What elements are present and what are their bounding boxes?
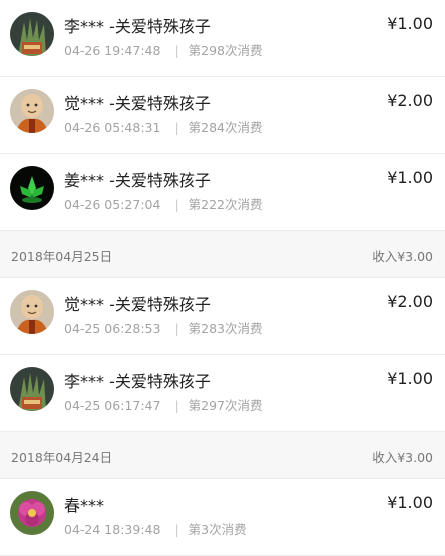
meta-divider: | xyxy=(174,43,179,58)
date-header: 2018年04月24日 收入¥3.00 xyxy=(0,432,445,479)
transaction-amount: ¥1.00 xyxy=(387,168,433,187)
meta-divider: | xyxy=(174,398,179,413)
transaction-row[interactable]: 姜*** -关爱特殊孩子 04-26 05:27:04 | 第222次消费 ¥1.0… xyxy=(0,154,445,231)
donor-name: 李*** -关爱特殊孩子 xyxy=(64,372,211,391)
transaction-row[interactable]: 李*** -关爱特殊孩子 04-25 06:17:47 | 第297次消费 ¥1.0… xyxy=(0,355,445,432)
flower-avatar xyxy=(10,491,54,535)
consumption-count: 第298次消费 xyxy=(188,43,263,58)
transaction-time: 04-26 05:48:31 xyxy=(64,120,161,135)
transaction-amount: ¥1.00 xyxy=(387,369,433,388)
meta-divider: | xyxy=(174,197,179,212)
meta-divider: | xyxy=(174,321,179,336)
donor-name: 李*** -关爱特殊孩子 xyxy=(64,17,211,36)
transaction-row[interactable]: 觉*** -关爱特殊孩子 04-25 06:28:53 | 第283次消费 ¥2.0… xyxy=(0,278,445,355)
daily-income: 收入¥3.00 xyxy=(372,450,433,465)
date-label: 2018年04月24日 xyxy=(11,450,113,465)
consumption-count: 第297次消费 xyxy=(188,398,263,413)
transaction-meta: 04-24 18:39:48 | 第3次消费 xyxy=(64,519,247,538)
transaction-amount: ¥2.00 xyxy=(387,292,433,311)
donor-name: 觉*** -关爱特殊孩子 xyxy=(64,295,211,314)
donor-name: 春*** xyxy=(64,496,105,515)
transaction-meta: 04-26 19:47:48 | 第298次消费 xyxy=(64,40,263,59)
transaction-time: 04-25 06:17:47 xyxy=(64,398,161,413)
transaction-meta: 04-25 06:28:53 | 第283次消费 xyxy=(64,318,263,337)
daily-income: 收入¥3.00 xyxy=(372,249,433,264)
date-header: 2018年04月25日 收入¥3.00 xyxy=(0,231,445,278)
transaction-amount: ¥2.00 xyxy=(387,91,433,110)
transaction-time: 04-26 19:47:48 xyxy=(64,43,161,58)
monk-avatar xyxy=(10,290,54,334)
transaction-row[interactable]: 觉*** -关爱特殊孩子 04-26 05:48:31 | 第284次消费 ¥2.0… xyxy=(0,77,445,154)
transaction-time: 04-25 06:28:53 xyxy=(64,321,161,336)
consumption-count: 第222次消费 xyxy=(188,197,263,212)
donor-name: 觉*** -关爱特殊孩子 xyxy=(64,94,211,113)
transaction-time: 04-26 05:27:04 xyxy=(64,197,161,212)
meta-divider: | xyxy=(174,522,179,537)
transaction-row[interactable]: 春*** 04-24 18:39:48 | 第3次消费 ¥1.00 xyxy=(0,479,445,556)
transaction-meta: 04-25 06:17:47 | 第297次消费 xyxy=(64,395,263,414)
consumption-count: 第3次消费 xyxy=(188,522,247,537)
consumption-count: 第283次消费 xyxy=(188,321,263,336)
transaction-amount: ¥1.00 xyxy=(387,493,433,512)
date-label: 2018年04月25日 xyxy=(11,249,113,264)
donor-name: 姜*** -关爱特殊孩子 xyxy=(64,171,211,190)
transaction-meta: 04-26 05:27:04 | 第222次消费 xyxy=(64,194,263,213)
plant-avatar xyxy=(10,367,54,411)
transaction-time: 04-24 18:39:48 xyxy=(64,522,161,537)
transaction-meta: 04-26 05:48:31 | 第284次消费 xyxy=(64,117,263,136)
plant-avatar xyxy=(10,12,54,56)
consumption-count: 第284次消费 xyxy=(188,120,263,135)
meta-divider: | xyxy=(174,120,179,135)
transaction-list: 李*** -关爱特殊孩子 04-26 19:47:48 | 第298次消费 ¥1.0… xyxy=(0,0,445,556)
monk-avatar xyxy=(10,89,54,133)
transaction-row[interactable]: 李*** -关爱特殊孩子 04-26 19:47:48 | 第298次消费 ¥1.0… xyxy=(0,0,445,77)
transaction-amount: ¥1.00 xyxy=(387,14,433,33)
green-lotus-avatar xyxy=(10,166,54,210)
